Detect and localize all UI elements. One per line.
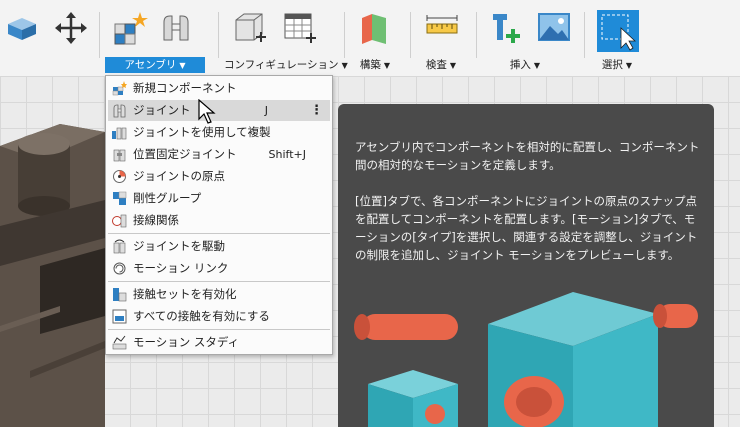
assembly-dropdown-menu: 新規コンポーネント ジョイント J ⋮ ジョイントを使用して複製 位置固定ジョイ… <box>105 75 333 355</box>
menu-item-label: ジョイントを使用して複製 <box>133 125 271 139</box>
menu-item-shortcut: Shift+J <box>268 148 306 161</box>
menu-item-label: 接触セットを有効化 <box>133 287 237 301</box>
tooltip-illustration <box>354 292 698 427</box>
tooltip-details: [位置]タブで、各コンポーネントにジョイントの原点のスナップ点を配置してコンポー… <box>355 194 698 262</box>
menu-item-tangent-relationship[interactable]: 接線関係 <box>108 210 330 231</box>
new-component-icon[interactable] <box>112 10 148 46</box>
drive-joints-icon <box>113 239 126 254</box>
rigid-group-icon <box>113 191 127 205</box>
motion-study-icon <box>112 335 127 350</box>
menu-item-label: 剛性グループ <box>133 191 202 205</box>
menu-item-duplicate-with-joints[interactable]: ジョイントを使用して複製 <box>108 122 330 143</box>
construct-group-button[interactable]: 構築 ▼ <box>354 57 396 73</box>
menu-item-label: モーション リンク <box>133 261 229 275</box>
select-group-button[interactable]: 選択 ▼ <box>596 57 638 73</box>
new-component-icon <box>112 81 127 96</box>
menu-item-enable-all-contact[interactable]: すべての接触を有効にする <box>108 306 330 327</box>
move-icon[interactable] <box>53 10 89 46</box>
configuration-icon[interactable] <box>232 10 268 46</box>
motion-link-icon <box>113 262 126 275</box>
select-window-icon[interactable] <box>597 10 639 52</box>
as-built-joint-icon <box>113 149 126 162</box>
joint-icon[interactable] <box>158 10 194 46</box>
joint-origin-icon <box>113 170 126 183</box>
menu-item-enable-contact-sets[interactable]: 接触セットを有効化 <box>108 284 330 305</box>
assembly-group-button[interactable]: アセンブリ ▼ <box>105 57 205 73</box>
joint-icon <box>113 104 126 118</box>
configuration-table-icon[interactable] <box>282 10 318 46</box>
tangent-relationship-icon <box>112 214 127 228</box>
menu-item-motion-link[interactable]: モーション リンク <box>108 258 330 279</box>
enable-all-contact-icon <box>112 309 127 324</box>
menu-item-label: 接線関係 <box>133 213 179 227</box>
menu-item-drive-joints[interactable]: ジョイントを駆動 <box>108 236 330 257</box>
new-body-icon[interactable] <box>4 10 40 46</box>
configuration-group-button[interactable]: コンフィギュレーション ▼ <box>224 57 348 73</box>
measure-icon[interactable] <box>424 10 460 46</box>
menu-item-label: ジョイント <box>133 103 191 117</box>
insert-image-icon[interactable] <box>536 10 572 46</box>
menu-item-label: すべての接触を有効にする <box>133 309 270 323</box>
menu-item-label: 位置固定ジョイント <box>133 147 237 161</box>
duplicate-with-joints-icon <box>112 127 127 140</box>
insert-derive-icon[interactable] <box>488 10 524 46</box>
construct-icon[interactable] <box>356 10 392 46</box>
menu-item-label: 新規コンポーネント <box>133 81 237 95</box>
mouse-cursor-icon <box>198 99 216 124</box>
toolbar: アセンブリ ▼ コンフィギュレーション ▼ 構築 ▼ 検査 ▼ 挿入 ▼ 選択 … <box>0 0 740 76</box>
menu-item-new-component[interactable]: 新規コンポーネント <box>108 78 330 99</box>
inspect-group-button[interactable]: 検査 ▼ <box>420 57 462 73</box>
more-options-icon[interactable]: ⋮ <box>310 100 323 121</box>
menu-item-shortcut: J <box>264 104 268 117</box>
menu-item-rigid-group[interactable]: 剛性グループ <box>108 188 330 209</box>
menu-item-label: ジョイントを駆動 <box>133 239 225 253</box>
menu-item-label: ジョイントの原点 <box>133 169 225 183</box>
menu-item-joint-origin[interactable]: ジョイントの原点 <box>108 166 330 187</box>
menu-item-motion-study[interactable]: モーション スタディ <box>108 332 330 353</box>
menu-item-as-built-joint[interactable]: 位置固定ジョイント Shift+J <box>108 144 330 165</box>
enable-contact-sets-icon <box>113 288 127 302</box>
insert-group-button[interactable]: 挿入 ▼ <box>500 57 550 73</box>
tooltip-description: アセンブリ内でコンポーネントを相対的に配置し、コンポーネント間の相対的なモーショ… <box>355 140 700 172</box>
menu-item-joint[interactable]: ジョイント J ⋮ <box>108 100 330 121</box>
menu-item-label: モーション スタディ <box>133 335 240 349</box>
joint-tooltip: アセンブリ内でコンポーネントを相対的に配置し、コンポーネント間の相対的なモーショ… <box>338 104 714 427</box>
